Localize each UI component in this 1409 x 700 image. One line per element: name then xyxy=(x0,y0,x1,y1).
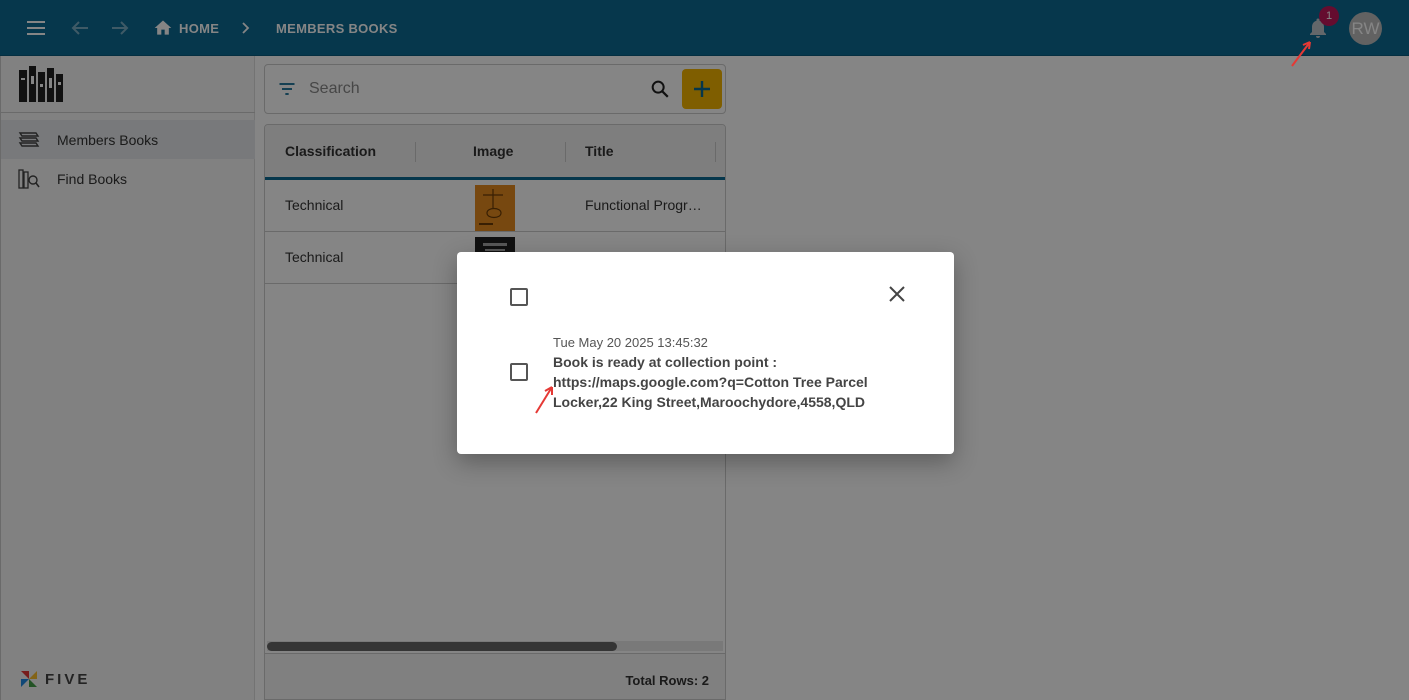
notification-message: Book is ready at collection point : http… xyxy=(553,354,868,410)
select-all-checkbox[interactable] xyxy=(510,288,528,306)
notification-timestamp: Tue May 20 2025 13:45:32 xyxy=(553,335,708,350)
notification-checkbox[interactable] xyxy=(510,363,528,381)
notifications-dialog: Tue May 20 2025 13:45:32 Book is ready a… xyxy=(457,252,954,454)
close-icon[interactable] xyxy=(885,282,909,306)
